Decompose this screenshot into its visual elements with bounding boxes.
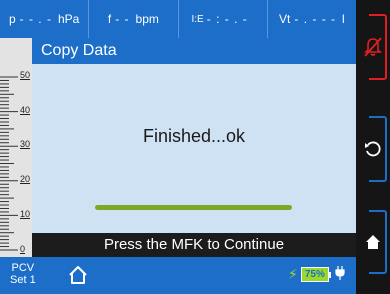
ventilation-mode[interactable]: PCV Set 1 xyxy=(10,262,36,286)
tidal-volume-value: - . - - - xyxy=(294,12,337,26)
scale-label-50: 50 xyxy=(20,70,31,80)
parameter-bar: p - - . - hPa f - - bpm I:E - : - . - Vt… xyxy=(0,0,356,38)
instruction-bar: Press the MFK to Continue xyxy=(32,233,356,257)
undo-key[interactable] xyxy=(361,116,387,182)
mode-name: PCV xyxy=(11,262,35,274)
frequency-param[interactable]: f - - bpm xyxy=(89,0,179,38)
mode-set: Set 1 xyxy=(10,274,36,286)
tidal-volume-unit: l xyxy=(342,12,345,26)
pressure-value: - - . - xyxy=(19,12,52,26)
home-icon[interactable] xyxy=(68,265,88,285)
tidal-volume-prefix: Vt xyxy=(279,12,291,26)
frequency-unit: bpm xyxy=(135,12,159,26)
home-key-icon xyxy=(366,235,380,249)
ventilator-screen: p - - . - hPa f - - bpm I:E - : - . - Vt… xyxy=(0,0,390,294)
ie-ratio-param[interactable]: I:E - : - . - xyxy=(179,0,268,38)
dialog-title: Copy Data xyxy=(32,38,356,64)
tidal-volume-param[interactable]: Vt - . - - - l xyxy=(268,0,356,38)
ie-prefix: I:E xyxy=(191,13,204,25)
bottom-bar: PCV Set 1 ⚡ 75% xyxy=(0,257,356,294)
scale-label-20: 20 xyxy=(20,174,31,184)
scale-label-0: 0 xyxy=(20,244,26,254)
scale-label-10: 10 xyxy=(20,209,31,219)
scale-label-30: 30 xyxy=(20,139,31,149)
copy-data-dialog: Copy Data Finished...ok xyxy=(32,38,356,233)
home-key[interactable] xyxy=(361,210,387,274)
charging-icon: ⚡ xyxy=(288,266,298,282)
undo-icon xyxy=(365,141,381,157)
progress-fill xyxy=(95,205,292,210)
progress-bar xyxy=(95,205,292,210)
power-status: ⚡ 75% xyxy=(288,266,345,283)
frequency-value: - - xyxy=(115,12,130,26)
alarm-silence-key[interactable] xyxy=(361,14,387,80)
side-keys xyxy=(356,0,390,294)
battery-level: 75% xyxy=(300,267,329,282)
ie-value: - : - . - xyxy=(206,12,248,26)
mains-plug-icon xyxy=(335,266,345,283)
pressure-prefix: p xyxy=(8,12,16,26)
alarm-off-icon xyxy=(364,37,382,57)
frequency-prefix: f xyxy=(107,12,112,26)
pressure-scale: 50 40 30 20 10 0 xyxy=(0,38,32,257)
status-message: Finished...ok xyxy=(142,126,246,146)
pressure-param[interactable]: p - - . - hPa xyxy=(0,0,90,38)
scale-label-40: 40 xyxy=(20,105,31,115)
pressure-unit: hPa xyxy=(57,12,80,26)
battery-tip xyxy=(328,271,331,278)
